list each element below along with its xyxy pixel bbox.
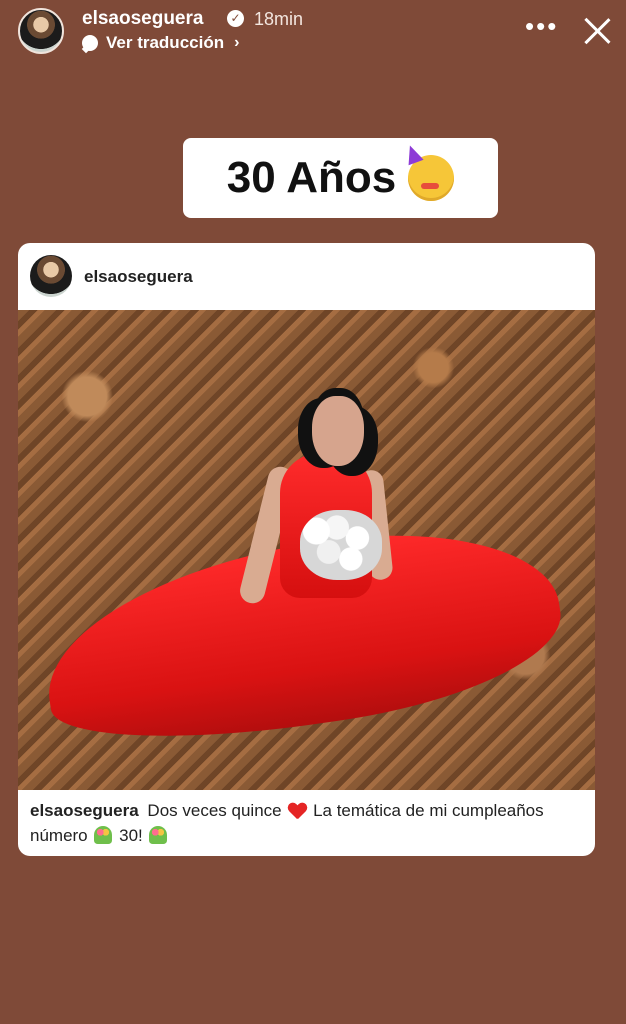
caption-text-1: Dos veces quince: [147, 801, 282, 820]
post-username[interactable]: elsaoseguera: [84, 267, 193, 287]
more-options-icon[interactable]: •••: [525, 13, 558, 39]
shared-post-card[interactable]: elsaoseguera elsaoseguera Dos veces quin…: [18, 243, 595, 856]
chevron-right-icon: ›: [234, 34, 240, 51]
age-sticker: 30 Años: [183, 138, 498, 218]
caption-text-3: 30!: [119, 826, 143, 845]
bouquet-icon: [94, 826, 113, 844]
story-timestamp: 18min: [254, 9, 304, 29]
caption-username[interactable]: elsaoseguera: [30, 801, 139, 820]
party-face-icon: [408, 155, 455, 201]
post-header: elsaoseguera: [18, 243, 595, 310]
post-avatar[interactable]: [30, 255, 72, 297]
story-header: elsaoseguera ✓ 18min Ver traducción › ••…: [0, 0, 626, 70]
verified-badge-icon: ✓: [227, 10, 244, 27]
post-image[interactable]: [18, 310, 595, 790]
bouquet-icon: [149, 826, 168, 844]
translate-link[interactable]: Ver traducción ›: [82, 33, 239, 53]
white-rose-bouquet: [300, 510, 382, 580]
story-username[interactable]: elsaoseguera: [82, 8, 203, 30]
translate-label: Ver traducción: [106, 33, 225, 52]
close-icon[interactable]: [580, 14, 614, 48]
chat-bubble-icon: [82, 35, 98, 51]
sticker-text: 30 Años: [226, 153, 397, 202]
woman-head: [312, 396, 364, 466]
red-heart-icon: [288, 803, 306, 819]
story-avatar[interactable]: [18, 8, 64, 54]
post-caption: elsaoseguera Dos veces quince La temátic…: [30, 798, 580, 848]
